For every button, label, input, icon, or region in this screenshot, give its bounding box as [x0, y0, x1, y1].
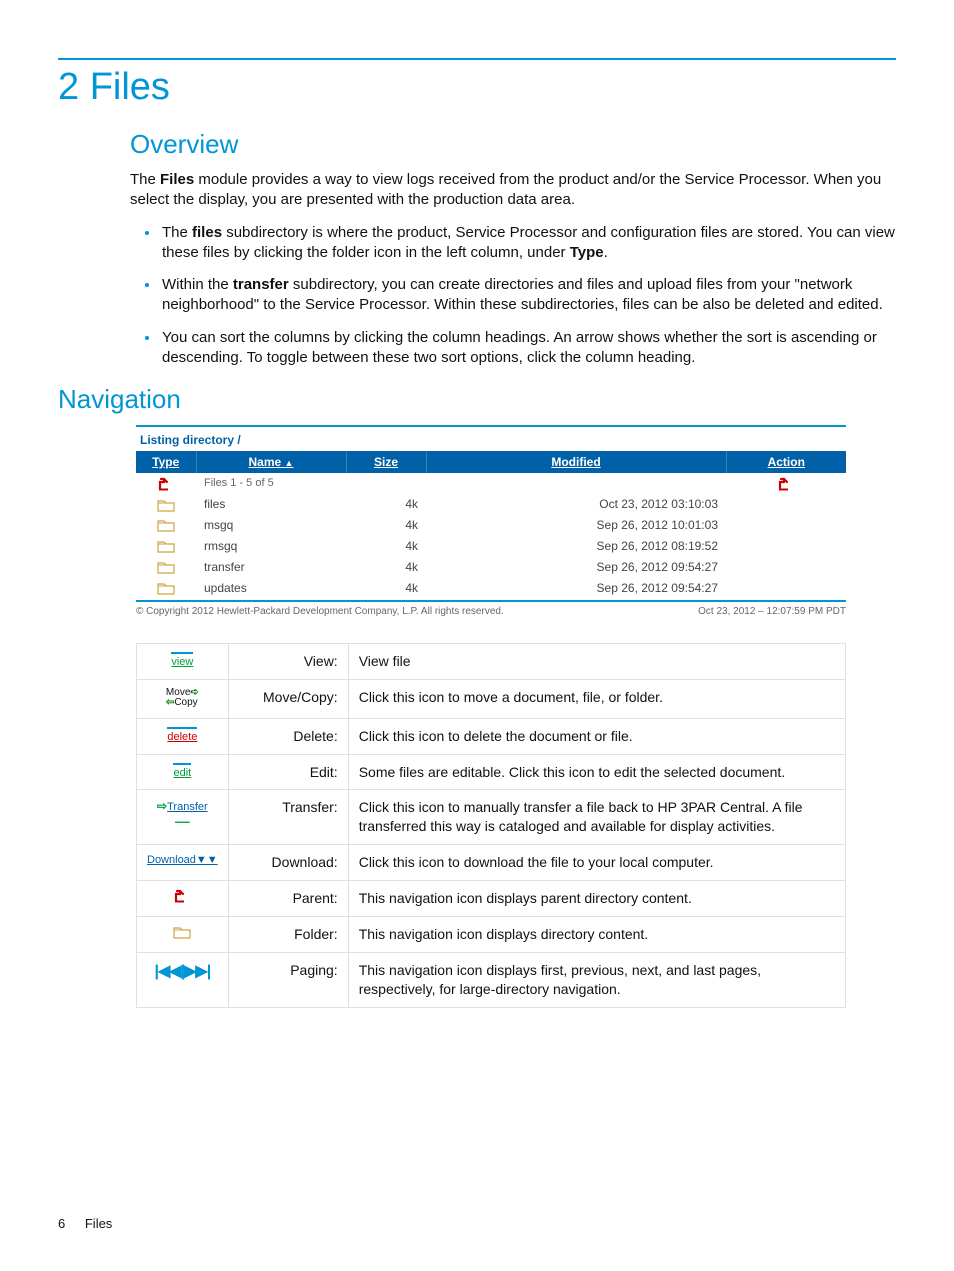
- legend-desc: This navigation icon displays directory …: [348, 917, 845, 953]
- chapter-title: 2 Files: [58, 66, 896, 109]
- listing-copyright: © Copyright 2012 Hewlett-Packard Develop…: [136, 606, 504, 617]
- folder-icon[interactable]: [157, 538, 175, 552]
- table-row: rmsgq4kSep 26, 2012 08:19:52: [136, 535, 846, 556]
- folder-icon[interactable]: [157, 559, 175, 573]
- parent-icon[interactable]: [778, 476, 794, 490]
- legend-desc: Some files are editable. Click this icon…: [348, 754, 845, 790]
- col-header-modified[interactable]: Modified: [426, 451, 726, 473]
- legend-desc: This navigation icon displays first, pre…: [348, 952, 845, 1007]
- overview-bullets: The files subdirectory is where the prod…: [130, 223, 896, 369]
- pager-label: Files 1 - 5 of 5: [196, 473, 346, 494]
- legend-label: Folder:: [228, 917, 348, 953]
- icon-legend-table: viewView:View fileMove➪⇦CopyMove/Copy:Cl…: [136, 643, 846, 1008]
- legend-row: view View:View file: [137, 643, 846, 679]
- transfer-icon[interactable]: ⇨Transfer━━━: [157, 801, 208, 828]
- overview-bullet: Within the transfer subdirectory, you ca…: [160, 275, 896, 316]
- cell-name[interactable]: msgq: [196, 515, 346, 536]
- cell-size: 4k: [346, 556, 426, 577]
- cell-modified: Oct 23, 2012 03:10:03: [426, 494, 726, 515]
- col-header-name[interactable]: Name ▲: [196, 451, 346, 473]
- legend-label: Delete:: [228, 718, 348, 754]
- cell-modified: Sep 26, 2012 08:19:52: [426, 535, 726, 556]
- legend-desc: Click this icon to download the file to …: [348, 845, 845, 881]
- col-header-type[interactable]: Type: [136, 451, 196, 473]
- page-number: 6: [58, 1216, 65, 1231]
- overview-bullet: You can sort the columns by clicking the…: [160, 328, 896, 369]
- legend-label: Move/Copy:: [228, 679, 348, 718]
- col-header-name-label: Name: [249, 455, 282, 469]
- legend-row: Parent:This navigation icon displays par…: [137, 881, 846, 917]
- cell-modified: Sep 26, 2012 10:01:03: [426, 515, 726, 536]
- cell-size: 4k: [346, 577, 426, 598]
- overview-intro: The Files module provides a way to view …: [130, 170, 896, 211]
- footer-section: Files: [85, 1216, 112, 1231]
- cell-modified: Sep 26, 2012 09:54:27: [426, 556, 726, 577]
- legend-desc: View file: [348, 643, 845, 679]
- cell-size: 4k: [346, 515, 426, 536]
- legend-row: delete Delete:Click this icon to delete t…: [137, 718, 846, 754]
- legend-label: Paging:: [228, 952, 348, 1007]
- parent-icon[interactable]: [174, 894, 190, 906]
- col-header-action[interactable]: Action: [726, 451, 846, 473]
- paging-icon[interactable]: |◀◀|▶▶|: [155, 963, 211, 980]
- cell-modified: Sep 26, 2012 09:54:27: [426, 577, 726, 598]
- overview-bullet: The files subdirectory is where the prod…: [160, 223, 896, 264]
- section-navigation-heading: Navigation: [58, 384, 896, 415]
- table-row: files4kOct 23, 2012 03:10:03: [136, 494, 846, 515]
- cell-name[interactable]: files: [196, 494, 346, 515]
- legend-row: Folder:This navigation icon displays dir…: [137, 917, 846, 953]
- parent-icon[interactable]: [158, 476, 174, 490]
- legend-desc: This navigation icon displays parent dir…: [348, 881, 845, 917]
- legend-label: View:: [228, 643, 348, 679]
- table-row: msgq4kSep 26, 2012 10:01:03: [136, 515, 846, 536]
- folder-icon[interactable]: [157, 580, 175, 594]
- legend-row: edit Edit:Some files are editable. Click …: [137, 754, 846, 790]
- cell-size: 4k: [346, 494, 426, 515]
- table-row: updates4kSep 26, 2012 09:54:27: [136, 577, 846, 598]
- view-icon[interactable]: view: [171, 652, 193, 670]
- listing-title: Listing directory /: [136, 425, 846, 451]
- table-row: transfer4kSep 26, 2012 09:54:27: [136, 556, 846, 577]
- section-overview-heading: Overview: [130, 129, 896, 160]
- file-listing: Listing directory / Type Name ▲ Size Mod…: [136, 425, 846, 617]
- legend-desc: Click this icon to delete the document o…: [348, 718, 845, 754]
- legend-label: Transfer:: [228, 790, 348, 845]
- legend-row: Move➪⇦Copy Move/Copy:Click this icon to m…: [137, 679, 846, 718]
- page-footer: 6 Files: [58, 1216, 112, 1231]
- legend-row: |◀◀|▶▶| Paging:This navigation icon displ…: [137, 952, 846, 1007]
- legend-row: ⇨Transfer━━━ Transfer:Click this icon to …: [137, 790, 846, 845]
- folder-icon[interactable]: [173, 930, 191, 942]
- cell-name[interactable]: updates: [196, 577, 346, 598]
- delete-icon[interactable]: delete: [167, 727, 197, 745]
- legend-row: Download▼▼ Download:Click this icon to do…: [137, 845, 846, 881]
- cell-name[interactable]: transfer: [196, 556, 346, 577]
- listing-parent-row: Files 1 - 5 of 5: [136, 473, 846, 494]
- col-header-size[interactable]: Size: [346, 451, 426, 473]
- cell-name[interactable]: rmsgq: [196, 535, 346, 556]
- legend-desc: Click this icon to manually transfer a f…: [348, 790, 845, 845]
- folder-icon[interactable]: [157, 497, 175, 511]
- download-icon[interactable]: Download▼▼: [147, 854, 218, 866]
- legend-label: Edit:: [228, 754, 348, 790]
- legend-desc: Click this icon to move a document, file…: [348, 679, 845, 718]
- legend-label: Parent:: [228, 881, 348, 917]
- cell-size: 4k: [346, 535, 426, 556]
- move-copy-icon[interactable]: Move➪⇦Copy: [166, 688, 199, 708]
- edit-icon[interactable]: edit: [173, 763, 191, 781]
- listing-timestamp: Oct 23, 2012 – 12:07:59 PM PDT: [698, 606, 846, 617]
- legend-label: Download:: [228, 845, 348, 881]
- sort-ascending-icon: ▲: [285, 458, 294, 468]
- folder-icon[interactable]: [157, 518, 175, 532]
